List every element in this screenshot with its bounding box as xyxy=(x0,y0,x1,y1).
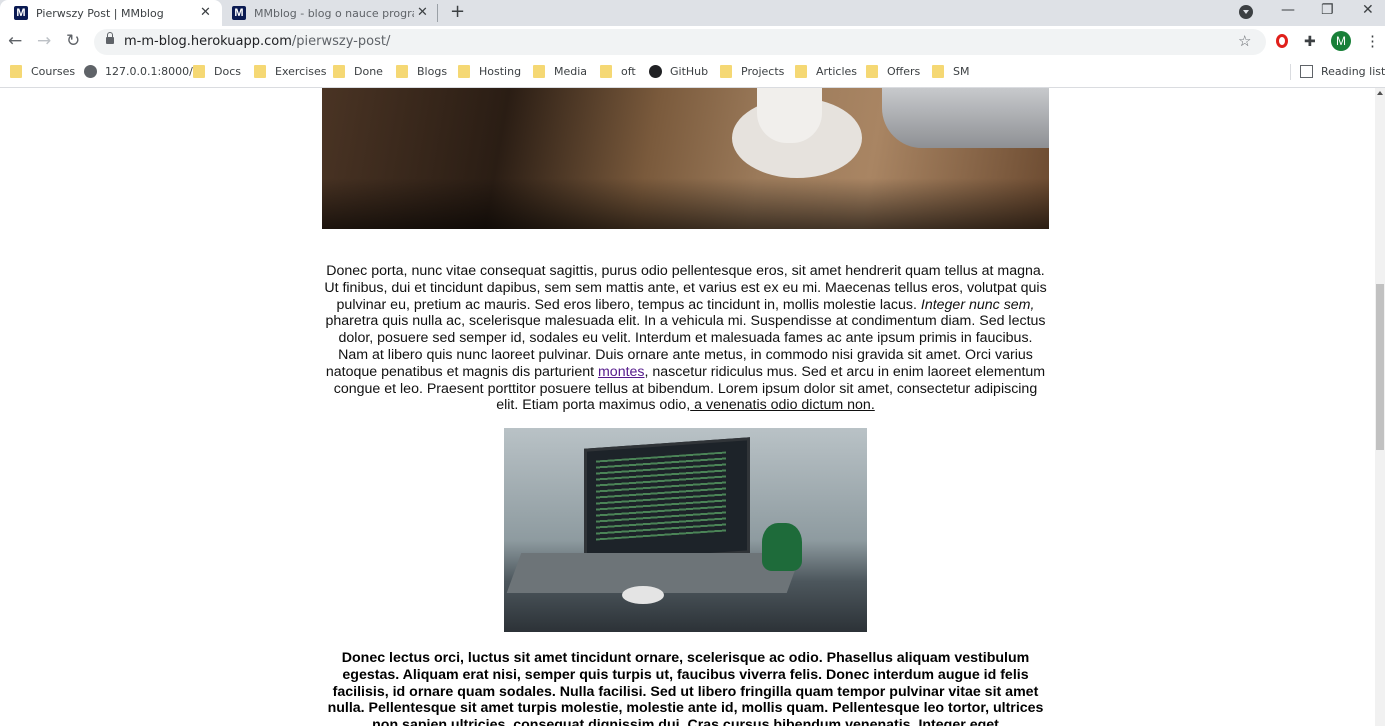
globe-icon xyxy=(84,65,97,78)
bookmark-label: GitHub xyxy=(670,65,709,78)
lock-icon[interactable] xyxy=(106,32,114,44)
tab-title: Pierwszy Post | MMblog xyxy=(36,6,164,20)
opera-extension-icon[interactable] xyxy=(1276,34,1288,48)
profile-avatar[interactable]: M xyxy=(1331,31,1351,51)
close-icon[interactable]: ✕ xyxy=(417,5,428,20)
reload-icon[interactable]: ↻ xyxy=(66,31,80,51)
scrollbar-thumb[interactable] xyxy=(1376,284,1384,450)
mmblog-favicon-icon: M xyxy=(232,6,246,20)
folder-icon xyxy=(458,65,470,78)
minimize-icon[interactable]: — xyxy=(1281,2,1295,18)
bookmark-label: Media xyxy=(554,65,588,78)
more-menu-icon[interactable]: ⋮ xyxy=(1365,32,1380,50)
bookmark-media[interactable]: Media xyxy=(533,65,587,78)
bookmark-label: Projects xyxy=(741,65,785,78)
close-icon[interactable]: ✕ xyxy=(200,5,211,20)
reading-list-button[interactable]: Reading list xyxy=(1300,65,1385,78)
address-bar[interactable]: m-m-blog.herokuapp.com/pierwszy-post/ ☆ xyxy=(94,29,1266,55)
folder-icon xyxy=(795,65,807,78)
coffee-hero-image xyxy=(322,88,1049,229)
folder-icon xyxy=(254,65,266,78)
bookmark-articles[interactable]: Articles xyxy=(795,65,857,78)
bookmark-label: oft xyxy=(621,65,636,78)
tab-pierwszy-post[interactable]: M Pierwszy Post | MMblog ✕ xyxy=(0,0,222,26)
page-content: Donec porta, nunc vitae consequat sagitt… xyxy=(0,88,1375,726)
bookmark-offers[interactable]: Offers xyxy=(866,65,920,78)
bookmarks-bar: Courses 127.0.0.1:8000/ Docs Exercises D… xyxy=(0,58,1385,88)
restore-icon[interactable]: ❐ xyxy=(1321,2,1334,18)
mmblog-favicon-icon: M xyxy=(14,6,28,20)
bookmark-projects[interactable]: Projects xyxy=(720,65,784,78)
folder-icon xyxy=(10,65,22,78)
bookmark-localhost[interactable]: 127.0.0.1:8000/ xyxy=(84,65,193,78)
underlined-text: a venenatis odio dictum non. xyxy=(690,397,875,414)
laptop-image xyxy=(504,428,867,632)
bookmark-blogs[interactable]: Blogs xyxy=(396,65,447,78)
folder-icon xyxy=(600,65,612,78)
url-text[interactable]: m-m-blog.herokuapp.com/pierwszy-post/ xyxy=(124,34,390,49)
forward-icon[interactable]: → xyxy=(37,31,51,51)
folder-icon xyxy=(193,65,205,78)
folder-icon xyxy=(720,65,732,78)
folder-icon xyxy=(533,65,545,78)
window-close-icon[interactable]: ✕ xyxy=(1362,2,1374,18)
bookmark-label: SM xyxy=(953,65,970,78)
url-host: m-m-blog.herokuapp.com xyxy=(124,34,292,49)
reading-list-label: Reading list xyxy=(1321,65,1385,78)
tab-strip: M Pierwszy Post | MMblog ✕ M MMblog - bl… xyxy=(0,0,1385,26)
folder-icon xyxy=(396,65,408,78)
bookmark-star-icon[interactable]: ☆ xyxy=(1238,32,1251,50)
italic-text: Integer nunc sem, xyxy=(920,296,1035,313)
montes-link[interactable]: montes xyxy=(598,364,645,380)
bookmark-docs[interactable]: Docs xyxy=(193,65,241,78)
reading-list-icon xyxy=(1300,65,1313,78)
bookmark-exercises[interactable]: Exercises xyxy=(254,65,327,78)
bookmark-label: Hosting xyxy=(479,65,522,78)
bookmark-courses[interactable]: Courses xyxy=(10,65,75,78)
bookmark-label: Done xyxy=(354,65,383,78)
folder-icon xyxy=(333,65,345,78)
github-icon xyxy=(649,65,662,78)
bookmarks-divider xyxy=(1290,64,1291,80)
bookmark-done[interactable]: Done xyxy=(333,65,383,78)
post-paragraph-1: Donec porta, nunc vitae consequat sagitt… xyxy=(322,263,1049,414)
extensions-puzzle-icon[interactable]: ✚ xyxy=(1304,33,1316,50)
url-path: /pierwszy-post/ xyxy=(291,34,391,49)
bookmark-label: Courses xyxy=(31,65,76,78)
back-icon[interactable]: ← xyxy=(8,31,22,51)
new-tab-icon[interactable]: + xyxy=(450,1,465,22)
bookmark-label: Exercises xyxy=(275,65,327,78)
tab-divider xyxy=(437,4,438,22)
bookmark-label: 127.0.0.1:8000/ xyxy=(105,65,193,78)
bookmark-hosting[interactable]: Hosting xyxy=(458,65,521,78)
browser-toolbar: ← → ↻ m-m-blog.herokuapp.com/pierwszy-po… xyxy=(0,26,1385,58)
bookmark-label: Articles xyxy=(816,65,858,78)
page-scrollbar[interactable] xyxy=(1375,88,1385,726)
bookmark-label: Offers xyxy=(887,65,921,78)
bookmark-oft[interactable]: oft xyxy=(600,65,636,78)
bookmark-label: Docs xyxy=(214,65,241,78)
post-paragraph-2: Donec lectus orci, luctus sit amet tinci… xyxy=(327,650,1044,726)
tab-title: MMblog - blog o nauce program xyxy=(254,6,414,20)
tab-mmblog-home[interactable]: M MMblog - blog o nauce program ✕ xyxy=(222,0,436,26)
bookmark-sm[interactable]: SM xyxy=(932,65,969,78)
folder-icon xyxy=(932,65,944,78)
folder-icon xyxy=(866,65,878,78)
bookmark-label: Blogs xyxy=(417,65,448,78)
scroll-up-icon[interactable] xyxy=(1377,91,1383,95)
bookmark-github[interactable]: GitHub xyxy=(649,65,708,78)
tab-search-icon[interactable] xyxy=(1239,5,1253,19)
